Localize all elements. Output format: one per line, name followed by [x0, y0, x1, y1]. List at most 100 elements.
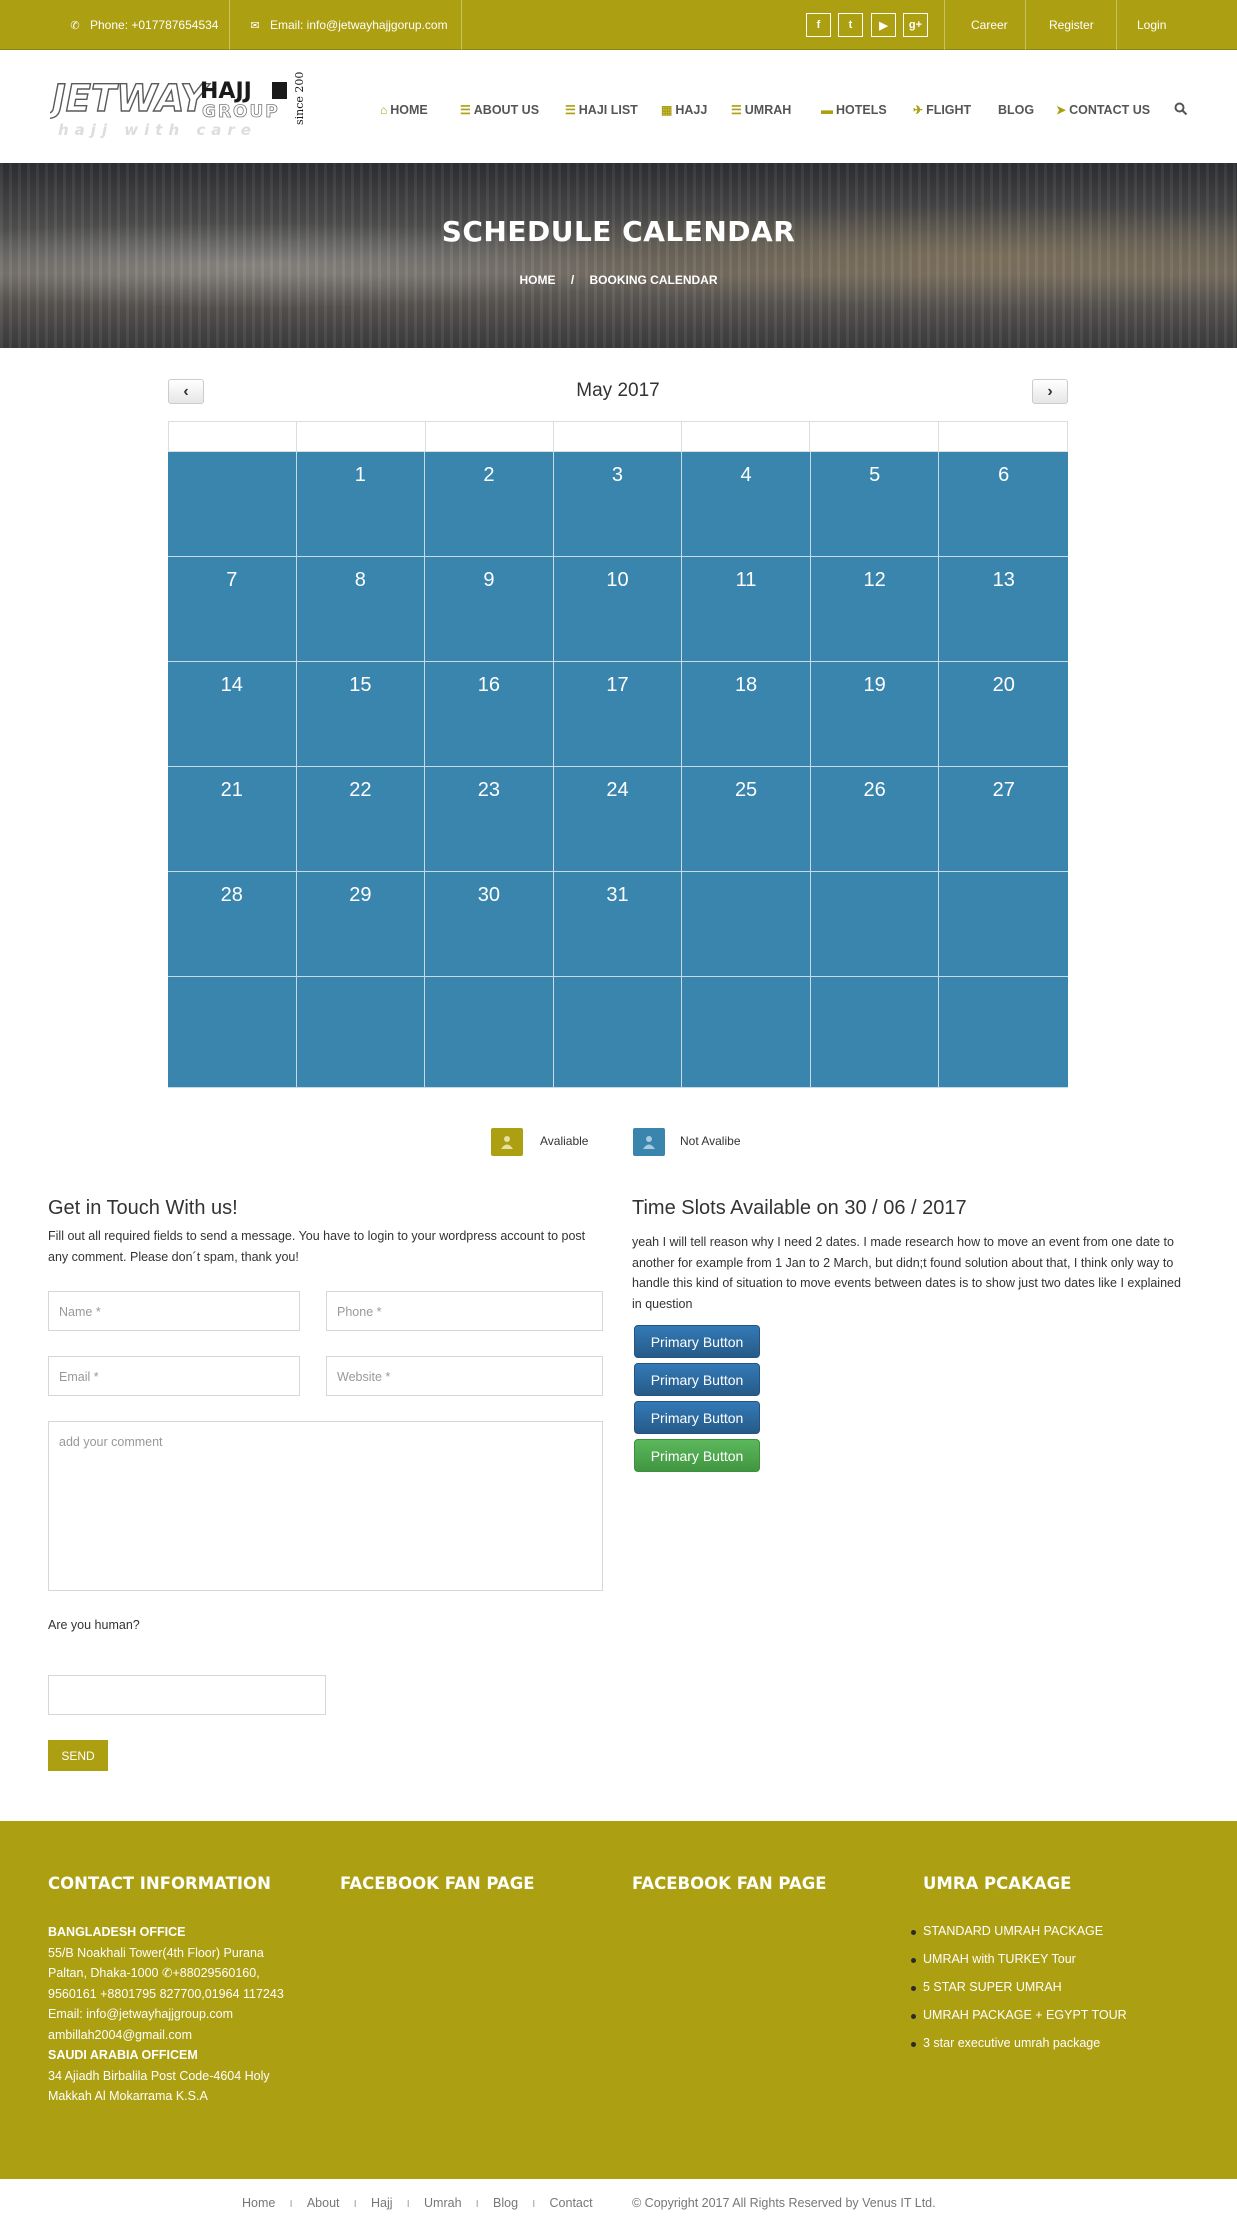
- top-bar: ✆ Phone: +017787654534 ✉ Email: info@jet…: [0, 0, 1237, 50]
- calendar-day-cell[interactable]: 26: [810, 767, 940, 872]
- next-month-button[interactable]: ›: [1032, 379, 1068, 404]
- footer-link-contact[interactable]: Contact: [550, 2196, 593, 2210]
- career-link[interactable]: Career: [971, 0, 1008, 50]
- package-link[interactable]: 3 star executive umrah package: [911, 2036, 1127, 2064]
- calendar-day-cell[interactable]: 13: [939, 557, 1068, 662]
- facebook-icon[interactable]: f: [806, 13, 831, 37]
- calendar-day-cell[interactable]: 24: [553, 767, 683, 872]
- name-field[interactable]: Name *: [48, 1291, 300, 1331]
- package-link[interactable]: UMRAH PACKAGE + EGYPT TOUR: [911, 2008, 1127, 2036]
- breadcrumb-separator: /: [570, 273, 575, 287]
- package-link[interactable]: 5 STAR SUPER UMRAH: [911, 1980, 1127, 2008]
- calendar-empty-cell: [553, 977, 683, 1088]
- calendar-day-cell[interactable]: 20: [939, 662, 1068, 767]
- calendar-day-cell[interactable]: 21: [168, 767, 297, 872]
- register-link[interactable]: Register: [1049, 0, 1094, 50]
- logo-hajj: HAJJ: [200, 79, 252, 104]
- bd-office-title: BANGLADESH OFFICE: [48, 1925, 186, 1939]
- nav-item-hajj[interactable]: ▦ HAJJ: [661, 98, 707, 122]
- weekday-cell: [682, 422, 811, 451]
- calendar-day-cell[interactable]: 25: [682, 767, 811, 872]
- calendar-day-cell[interactable]: 1: [296, 452, 426, 557]
- footer-link-home[interactable]: Home: [242, 2196, 275, 2210]
- email-field[interactable]: Email *: [48, 1356, 300, 1396]
- jetway-hajj-logo[interactable]: JETWAY HAJJ GROUP since 2009 hajj with c…: [50, 71, 310, 141]
- footer-link-about[interactable]: About: [307, 2196, 340, 2210]
- package-link[interactable]: STANDARD UMRAH PACKAGE: [911, 1924, 1127, 1952]
- youtube-icon[interactable]: ▶: [871, 13, 896, 37]
- calendar-day-cell[interactable]: 15: [296, 662, 426, 767]
- breadcrumb-home[interactable]: HOME: [519, 273, 555, 287]
- nav-item-blog[interactable]: BLOG: [998, 98, 1034, 122]
- calendar-day-cell[interactable]: 5: [810, 452, 940, 557]
- sa-office-title: SAUDI ARABIA OFFICEM: [48, 2048, 198, 2062]
- time-slot-button-selected[interactable]: Primary Button: [634, 1439, 760, 1472]
- search-icon[interactable]: [1174, 102, 1188, 116]
- footer-link-blog[interactable]: Blog: [493, 2196, 518, 2210]
- calendar-day-cell[interactable]: 18: [682, 662, 811, 767]
- divider: [944, 0, 945, 50]
- nav-item-contact-us[interactable]: ➤ CONTACT US: [1056, 98, 1150, 122]
- phone-icon: ✆: [70, 19, 80, 32]
- calendar-day-cell[interactable]: 27: [939, 767, 1068, 872]
- calendar-day-cell[interactable]: 22: [296, 767, 426, 872]
- phone-field[interactable]: Phone *: [326, 1291, 603, 1331]
- phone-text: Phone: +017787654534: [90, 18, 219, 32]
- footer-email-2[interactable]: ambillah2004@gmail.com: [48, 2025, 298, 2046]
- umrah-package-list: STANDARD UMRAH PACKAGE UMRAH with TURKEY…: [911, 1924, 1127, 2064]
- google-plus-icon[interactable]: g+: [903, 13, 928, 37]
- calendar-day-cell[interactable]: 2: [425, 452, 554, 557]
- nav-item-haji-list[interactable]: ☰ HAJI LIST: [565, 98, 638, 122]
- bed-icon: ▬: [821, 103, 833, 117]
- calendar-day-cell[interactable]: 16: [425, 662, 554, 767]
- calendar-empty-cell: [939, 977, 1068, 1088]
- calendar-day-cell[interactable]: 14: [168, 662, 297, 767]
- calendar-day-cell[interactable]: 10: [553, 557, 683, 662]
- calendar-day-cell[interactable]: 11: [682, 557, 811, 662]
- package-link[interactable]: UMRAH with TURKEY Tour: [911, 1952, 1127, 1980]
- footer-link-hajj[interactable]: Hajj: [371, 2196, 393, 2210]
- calendar-day-cell[interactable]: 6: [939, 452, 1068, 557]
- logo-group: GROUP: [202, 102, 280, 122]
- calendar-day-cell[interactable]: 28: [168, 872, 297, 977]
- nav-item-about-us[interactable]: ☰ ABOUT US: [460, 98, 539, 122]
- calendar-day-cell[interactable]: 7: [168, 557, 297, 662]
- website-field[interactable]: Website *: [326, 1356, 603, 1396]
- calendar-day-cell[interactable]: 23: [425, 767, 554, 872]
- captcha-input[interactable]: [48, 1675, 326, 1715]
- calendar-day-cell[interactable]: 9: [425, 557, 554, 662]
- divider: ı: [532, 2196, 536, 2210]
- twitter-icon[interactable]: t: [838, 13, 863, 37]
- nav-item-home[interactable]: ⌂ HOME: [380, 98, 428, 122]
- legend-available-swatch: [491, 1128, 523, 1156]
- calendar-empty-cell: [682, 977, 811, 1088]
- list-icon: ☰: [460, 103, 471, 117]
- login-link[interactable]: Login: [1137, 0, 1166, 50]
- envelope-icon: ✉: [250, 19, 260, 32]
- calendar-day-cell[interactable]: 12: [810, 557, 940, 662]
- comment-textarea[interactable]: add your comment: [48, 1421, 603, 1591]
- weekday-cell: [169, 422, 298, 451]
- calendar-day-cell[interactable]: 29: [296, 872, 426, 977]
- divider: [461, 0, 462, 50]
- time-slot-button[interactable]: Primary Button: [634, 1325, 760, 1358]
- calendar-day-cell[interactable]: 17: [553, 662, 683, 767]
- time-slot-button[interactable]: Primary Button: [634, 1401, 760, 1434]
- calendar-day-cell[interactable]: 8: [296, 557, 426, 662]
- nav-item-flight[interactable]: ✈ FLIGHT: [913, 98, 971, 122]
- time-slot-button[interactable]: Primary Button: [634, 1363, 760, 1396]
- calendar-empty-cell: [810, 977, 940, 1088]
- nav-item-hotels[interactable]: ▬ HOTELS: [821, 98, 887, 122]
- calendar-day-cell[interactable]: 3: [553, 452, 683, 557]
- calendar-day-cell[interactable]: 4: [682, 452, 811, 557]
- home-icon: ⌂: [380, 103, 388, 117]
- send-button[interactable]: SEND: [48, 1740, 108, 1771]
- calendar-day-cell[interactable]: 30: [425, 872, 554, 977]
- footer-email[interactable]: Email: info@jetwayhajjgroup.com: [48, 2004, 298, 2025]
- footer-link-umrah[interactable]: Umrah: [424, 2196, 462, 2210]
- nav-item-umrah[interactable]: ☰ UMRAH: [731, 98, 791, 122]
- grid-icon: ▦: [661, 103, 673, 117]
- calendar-day-cell[interactable]: 31: [553, 872, 683, 977]
- calendar-day-cell[interactable]: 19: [810, 662, 940, 767]
- bottom-bar: [0, 2179, 1237, 2228]
